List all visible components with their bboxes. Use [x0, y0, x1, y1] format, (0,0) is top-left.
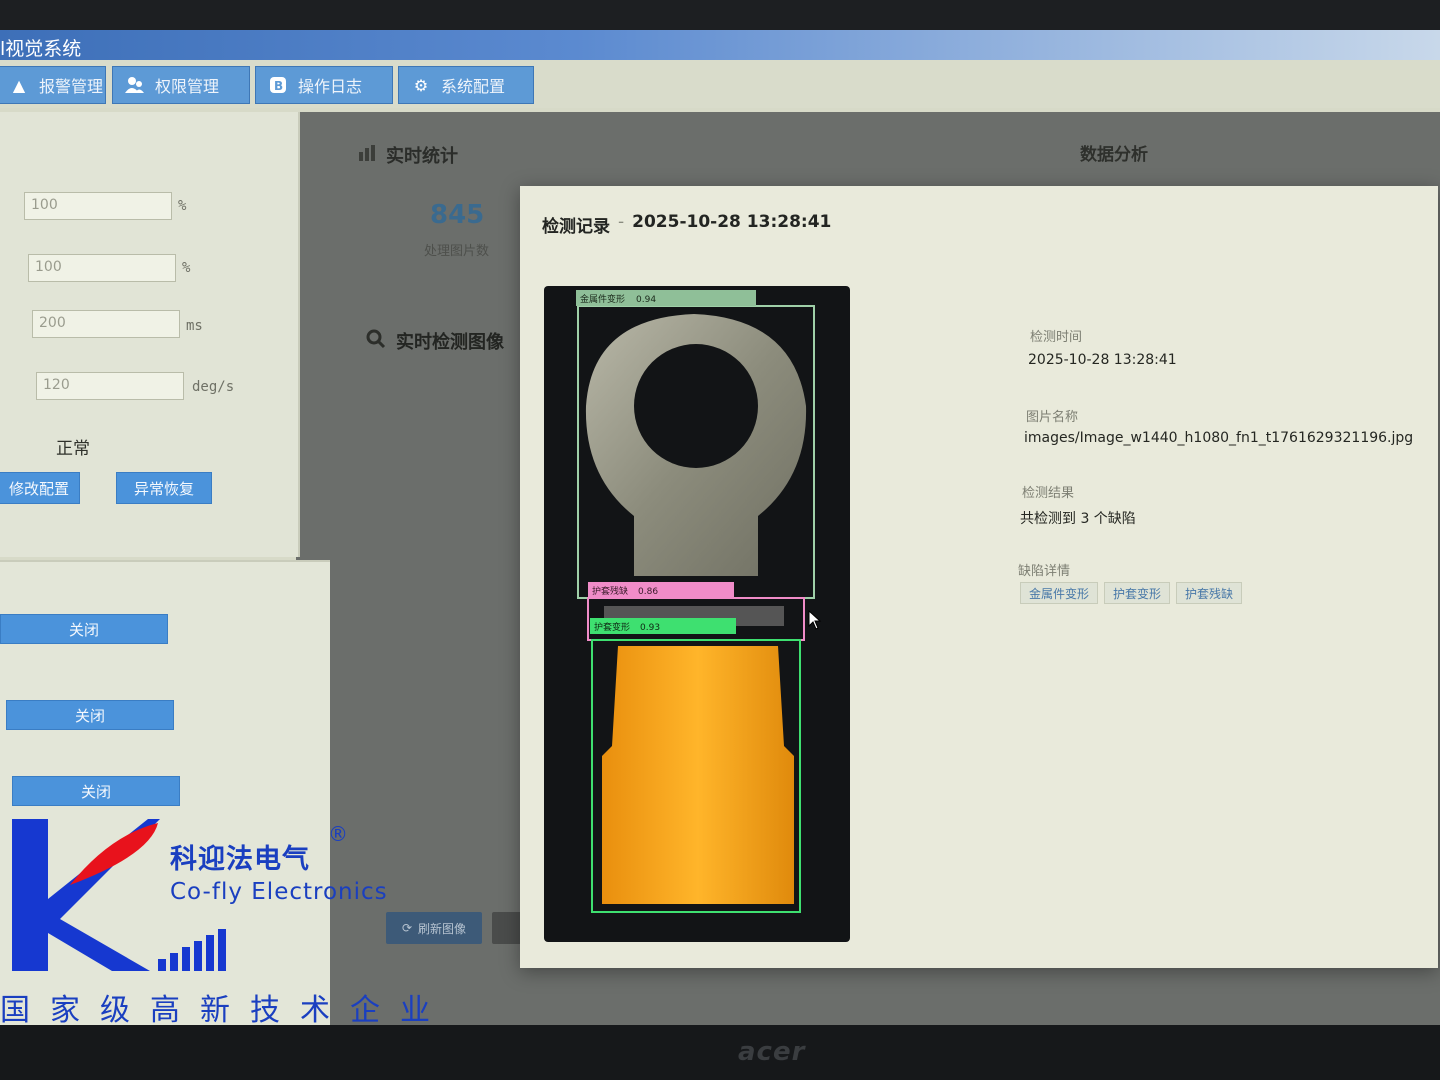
detection-score-sleeve-missing: 0.86 [638, 587, 658, 597]
nav-operation-log[interactable]: B 操作日志 [255, 66, 393, 104]
modal-title-separator: - [618, 212, 625, 232]
realtime-title: 实时检测图像 [366, 328, 504, 354]
realtime-title-text: 实时检测图像 [396, 332, 504, 353]
config-unit-1: % [178, 198, 187, 214]
config-unit-4: deg/s [192, 379, 235, 395]
ring-terminal-shape [585, 314, 807, 904]
detection-label-sleeve-deform: 护套变形 [594, 621, 630, 633]
name-label: 图片名称 [1026, 410, 1079, 425]
detection-image: 金属件变形 0.94 护套残缺 0.86 护套变形 0.93 [544, 286, 850, 942]
config-panel: 100 % 100 % 200 ms 120 deg/s 正常 修改配置 异常恢… [0, 112, 300, 557]
bell-icon: ▲ [12, 75, 26, 95]
modify-config-button[interactable]: 修改配置 [0, 472, 80, 504]
config-field-1[interactable]: 100 [24, 192, 172, 220]
users-icon [125, 75, 145, 95]
modal-timestamp: 2025-10-28 13:28:41 [632, 212, 832, 232]
analysis-title: 数据分析 [1080, 145, 1148, 165]
detection-score-sleeve-deform: 0.93 [640, 623, 660, 633]
toggle-button-1[interactable]: 关闭 [0, 614, 168, 644]
svg-text:B: B [274, 79, 283, 93]
stats-title-text: 实时统计 [386, 146, 458, 167]
detection-image-canvas: 金属件变形 0.94 护套残缺 0.86 护套变形 0.93 [576, 290, 815, 913]
mouse-cursor-icon [808, 610, 822, 630]
monitor-brand: acer [738, 1037, 806, 1067]
defect-tag: 护套变形 [1104, 582, 1171, 604]
time-value: 2025-10-28 13:28:41 [1028, 352, 1177, 368]
title-bar: l视觉系统 [0, 30, 1440, 60]
logo-en-text: Co-fly Electronics [170, 879, 388, 905]
defects-label: 缺陷详情 [1018, 564, 1071, 579]
log-icon: B [268, 75, 288, 95]
logo-cn-text: 科迎法电气 [170, 844, 310, 875]
logo-registered: ® [328, 822, 348, 846]
refresh-label: 刷新图像 [418, 921, 467, 936]
nav-permission-management[interactable]: 权限管理 [112, 66, 250, 104]
result-value: 共检测到 3 个缺陷 [1020, 511, 1136, 527]
config-field-2[interactable]: 100 [28, 254, 176, 282]
detection-label-sleeve-missing: 护套残缺 [592, 585, 628, 597]
nav-label: 权限管理 [155, 77, 220, 96]
time-label: 检测时间 [1030, 330, 1083, 345]
monitor-bezel-top [0, 0, 1440, 32]
nav-system-config[interactable]: ⚙ 系统配置 [398, 66, 534, 104]
detection-score-metal: 0.94 [636, 295, 656, 305]
app-title: l视觉系统 [0, 38, 82, 60]
config-field-4[interactable]: 120 [36, 372, 184, 400]
monitor-bezel-bottom [0, 1025, 1440, 1080]
defect-tag: 金属件变形 [1020, 582, 1099, 604]
name-value: images/Image_w1440_h1080_fn1_t1761629321… [1024, 430, 1414, 446]
modal-title-text: 检测记录 [542, 217, 610, 237]
nav-bar: ▲ 报警管理 权限管理 B 操作日志 ⚙ 系统配置 [0, 60, 1440, 108]
gear-icon: ⚙ [413, 75, 429, 95]
logo-slogan: 国家级高新技术企业 [0, 993, 450, 1028]
defect-tag: 护套残缺 [1176, 582, 1243, 604]
modal-title: 检测记录 - 2025-10-28 13:28:41 [542, 212, 831, 237]
nav-alarm-management[interactable]: ▲ 报警管理 [0, 66, 106, 104]
status-text: 正常 [56, 439, 90, 459]
search-icon [366, 329, 386, 354]
stats-value: 845 [430, 200, 485, 230]
toggle-button-3[interactable]: 关闭 [12, 776, 180, 806]
nav-label: 报警管理 [39, 77, 104, 96]
config-unit-2: % [182, 260, 191, 276]
nav-label: 系统配置 [441, 77, 506, 96]
nav-label: 操作日志 [298, 77, 363, 96]
stats-title: 实时统计 [358, 142, 458, 168]
detection-label-metal: 金属件变形 [580, 293, 625, 305]
stats-sublabel: 处理图片数 [424, 244, 490, 259]
detection-record-modal: 检测记录 - 2025-10-28 13:28:41 金属件变形 0.94 护套… [520, 186, 1438, 968]
config-field-3[interactable]: 200 [32, 310, 180, 338]
toggle-button-2[interactable]: 关闭 [6, 700, 174, 730]
config-unit-3: ms [186, 318, 203, 334]
recover-button[interactable]: 异常恢复 [116, 472, 212, 504]
result-label: 检测结果 [1022, 486, 1075, 501]
chart-bar-icon [358, 144, 376, 167]
